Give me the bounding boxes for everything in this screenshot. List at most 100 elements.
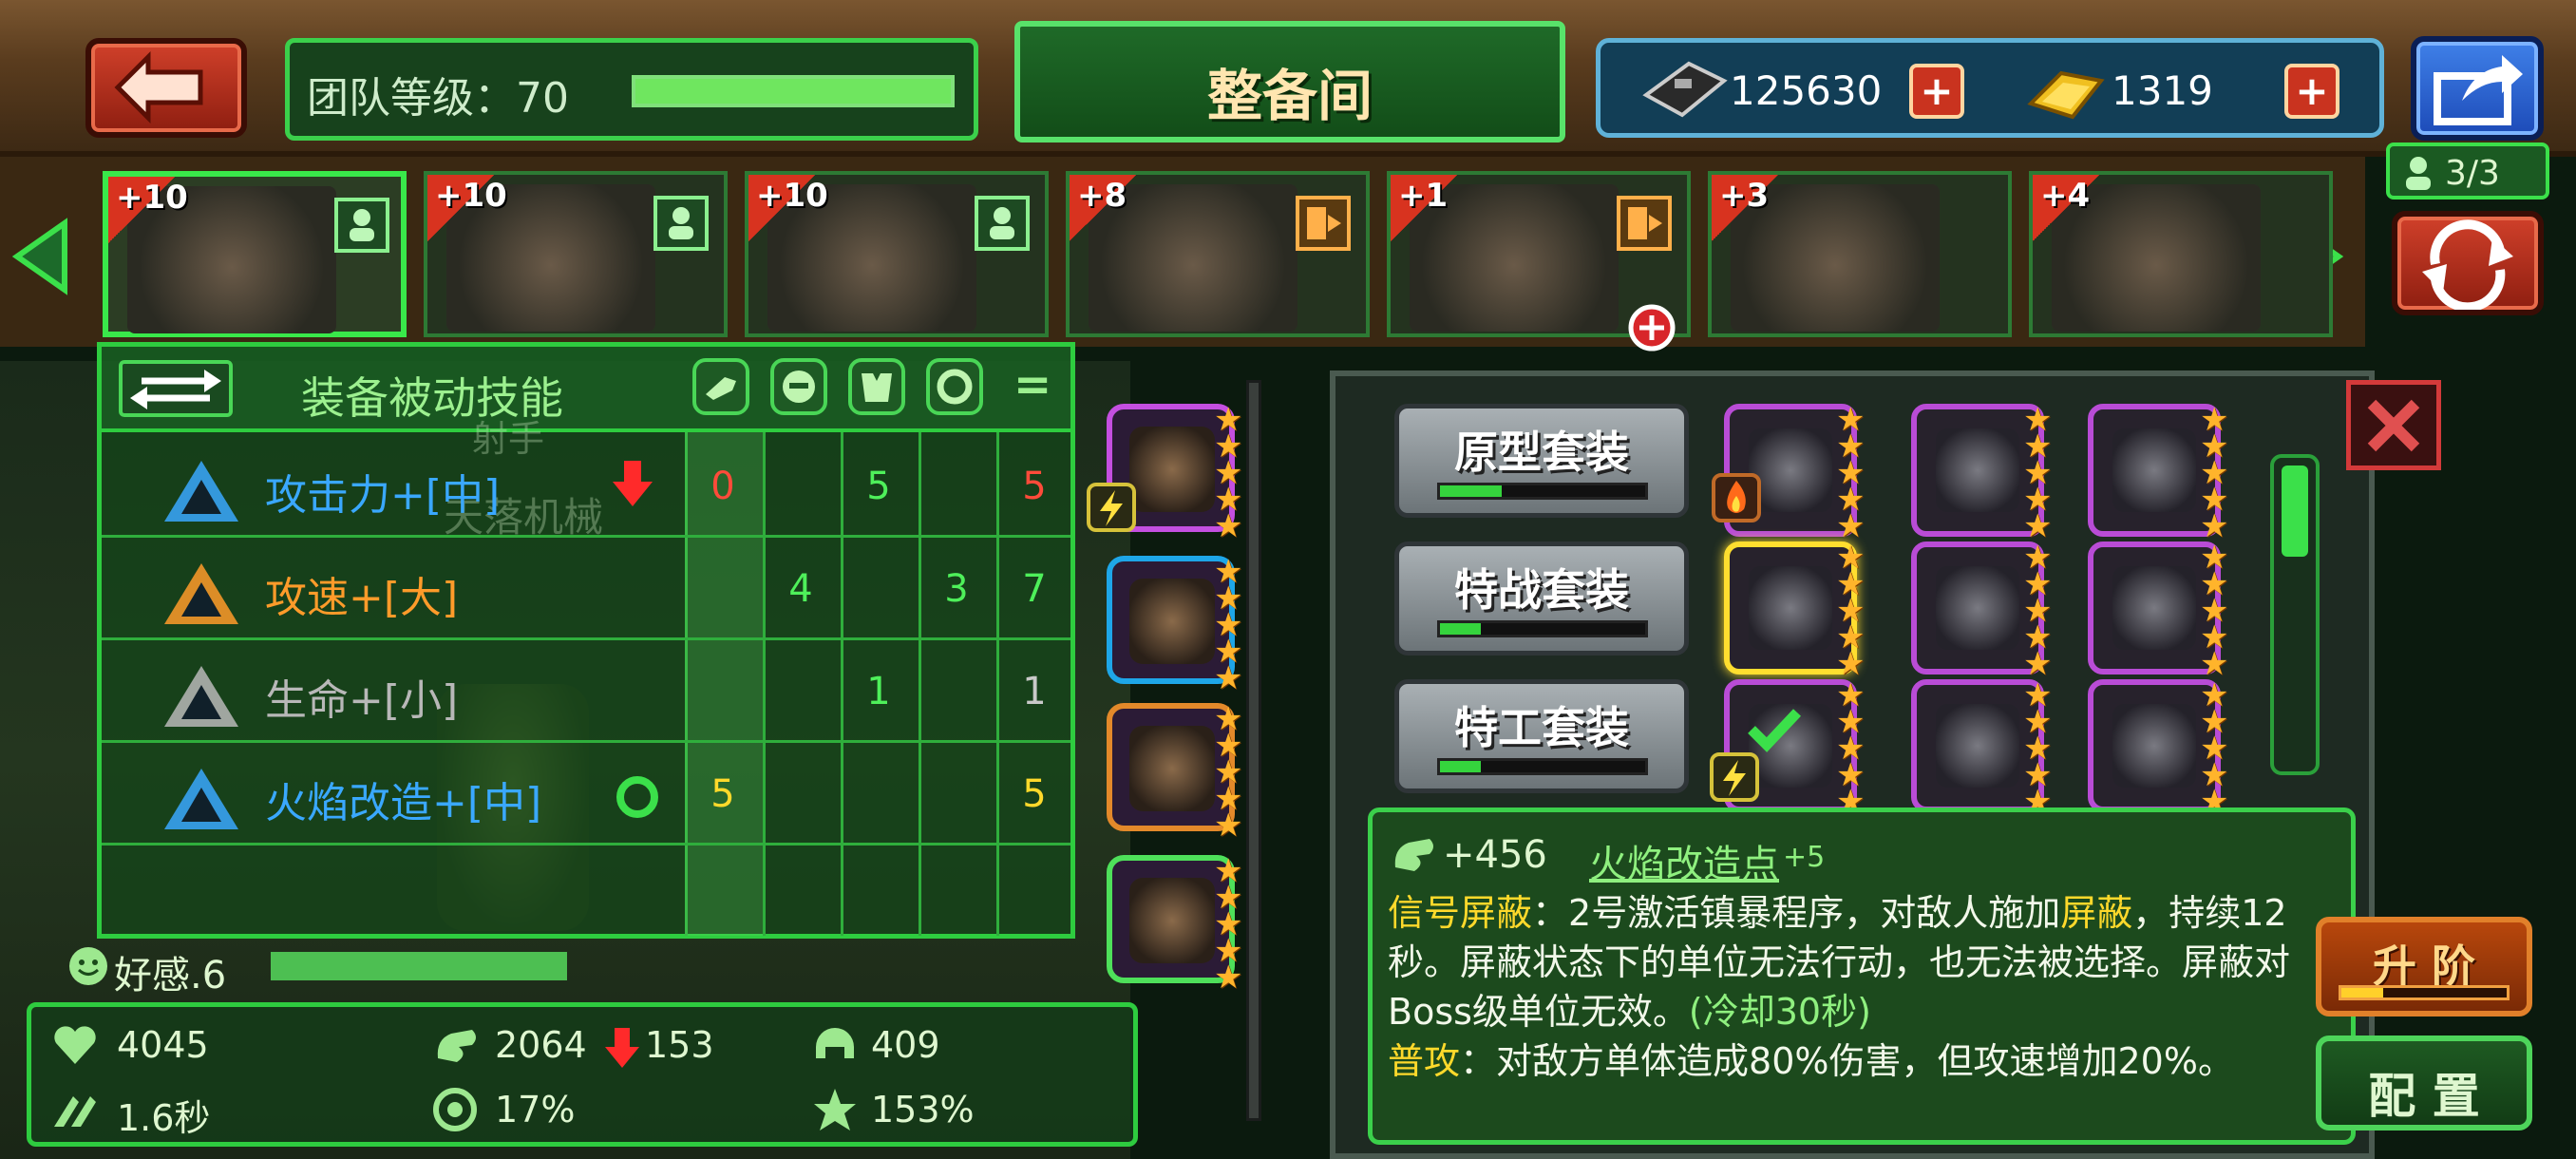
crit-damage-value: 153%	[871, 1089, 975, 1130]
attack-delta: 153	[645, 1024, 714, 1066]
skill-value: 1	[866, 670, 891, 713]
crit-damage-icon	[814, 1089, 856, 1130]
hero-level: +8	[1077, 177, 1127, 215]
attack-down-arrow-icon	[605, 1028, 639, 1068]
skill-total: 5	[1022, 772, 1047, 816]
hero-level: +1	[1398, 177, 1449, 215]
swap-cycle-icon	[2422, 219, 2513, 313]
gear-set-button[interactable]: 特工套装	[1394, 679, 1689, 793]
close-button[interactable]	[2346, 380, 2441, 470]
hero-card[interactable]: +3	[1708, 171, 2012, 337]
skill-a-cooldown: (冷却30秒)	[1688, 991, 1871, 1033]
gear-set-progress	[1437, 483, 1648, 500]
hero-card[interactable]: +8	[1066, 171, 1370, 337]
upgrade-button[interactable]: 升 阶	[2316, 917, 2532, 1016]
team-level-bar	[632, 75, 955, 107]
skill-lightning-icon	[1087, 483, 1136, 532]
star-icon: ★	[2023, 645, 2053, 683]
star-icon: ★	[1214, 507, 1243, 545]
hero-level: +10	[756, 177, 828, 215]
grid-line	[102, 637, 1070, 640]
hero-card[interactable]: +4	[2029, 171, 2333, 337]
prev-hero-arrow-icon[interactable]	[8, 214, 74, 299]
skill-value: 3	[944, 567, 969, 611]
currency1-add-button[interactable]: +	[1909, 64, 1964, 119]
chip-currency-icon	[1642, 61, 1728, 118]
upgrade-progress-bar	[2339, 985, 2510, 1000]
affection-label: 好感.6	[114, 954, 227, 998]
decrease-arrow-icon	[611, 457, 654, 514]
skill-emblem-icon	[159, 558, 244, 634]
back-arrow-icon	[114, 50, 203, 124]
hero-level: +10	[116, 179, 188, 217]
person-role-icon	[975, 196, 1030, 251]
scrollbar-thumb[interactable]	[2282, 466, 2308, 557]
column-icon-weapon	[692, 358, 749, 415]
person-role-icon	[653, 196, 709, 251]
column-icon-accessory	[926, 358, 983, 415]
team-level-label: 团队等级：70	[307, 74, 569, 123]
grid-line	[102, 843, 1070, 846]
hp-value: 4045	[117, 1024, 209, 1066]
attack-value: 2064	[495, 1024, 587, 1066]
gear-description: +456 火焰改造点 +5 信号屏蔽：2号激活镇暴程序，对敌人施加屏蔽，持续12…	[1368, 808, 2356, 1145]
gear-set-button[interactable]: 特战套装	[1394, 542, 1689, 656]
currency2-add-button[interactable]: +	[2284, 64, 2339, 119]
grid-line	[102, 740, 1070, 743]
skill-name: 火焰改造+[中]	[265, 779, 542, 827]
currency1-value: 125630	[1730, 67, 1883, 114]
page-title-box: 整备间	[1014, 21, 1565, 142]
hero-card[interactable]: +10	[103, 171, 407, 337]
defense-value: 409	[871, 1024, 940, 1066]
skill-a-keyword: 屏蔽	[2060, 892, 2133, 934]
team-level-panel: 团队等级：70	[285, 38, 978, 141]
skill-emblem-icon	[159, 660, 244, 736]
skill-value: 4	[788, 567, 813, 611]
gear-set-label: 特工套装	[1454, 702, 1629, 753]
skill-name: 生命+[小]	[265, 676, 459, 725]
gear-set-button[interactable]: 原型套装	[1394, 404, 1689, 518]
skill-point-bonus: +5	[1783, 841, 1826, 874]
unequip-marker-icon[interactable]	[1626, 302, 1677, 353]
star-icon: ★	[2200, 507, 2229, 545]
passive-table-header	[102, 347, 1070, 432]
hero-card[interactable]: +10	[745, 171, 1049, 337]
equipment-rail	[1246, 380, 1261, 1121]
gear-set-label: 特战套装	[1454, 564, 1629, 616]
column-icon-head	[770, 358, 827, 415]
scrollbar-track[interactable]	[2270, 454, 2320, 775]
config-label: 配 置	[2368, 1069, 2480, 1124]
skill-total: 5	[1022, 465, 1047, 508]
heart-icon	[54, 1026, 96, 1064]
affection-row: 好感.6	[66, 940, 567, 998]
star-icon: ★	[2200, 645, 2229, 683]
gear-set-progress	[1437, 620, 1648, 637]
attack-speed-icon	[54, 1096, 96, 1127]
column-icon-armor	[848, 358, 905, 415]
hero-card[interactable]: +10	[424, 171, 728, 337]
hero-level: +4	[2040, 177, 2091, 215]
accessory-ring-icon	[613, 772, 662, 826]
equipped-check-icon	[1748, 709, 1802, 752]
swap-arrows-icon	[130, 370, 221, 409]
swap-view-button[interactable]	[119, 360, 233, 417]
gear-set-progress	[1437, 758, 1648, 775]
back-button[interactable]	[85, 38, 247, 138]
swap-role-icon	[1617, 196, 1672, 251]
hero-stats-panel: 4045 2064 153 409 1.6秒 17% 153%	[27, 1002, 1138, 1147]
ring-icon	[937, 369, 973, 405]
swap-hero-button[interactable]	[2392, 211, 2544, 315]
skill-b-title: 普攻	[1388, 1040, 1461, 1082]
helmet-icon	[783, 370, 815, 403]
crit-value: 17%	[495, 1089, 576, 1130]
currency-panel: 125630 + 1319 +	[1596, 38, 2384, 138]
star-icon: ★	[1836, 645, 1866, 683]
affection-bar	[271, 952, 567, 980]
bg-class-label: 射手	[472, 418, 545, 460]
skill-point-link[interactable]: 火焰改造点	[1589, 833, 1779, 888]
share-icon	[2434, 55, 2523, 125]
share-button[interactable]	[2411, 36, 2544, 141]
gear-power: +456	[1443, 833, 1547, 877]
skill-value: 5	[710, 772, 735, 816]
config-button[interactable]: 配 置	[2316, 1036, 2532, 1130]
